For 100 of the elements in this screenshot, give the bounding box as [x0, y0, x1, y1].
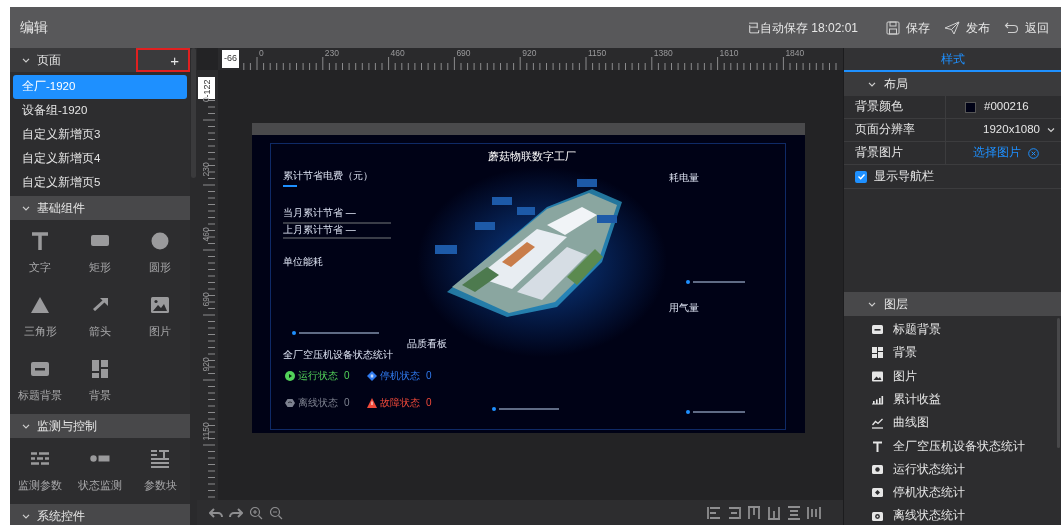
tile-label: 三角形	[23, 323, 57, 339]
redo-button[interactable]	[229, 505, 243, 520]
align-button[interactable]	[787, 505, 801, 520]
choose-image-link[interactable]: 选择图片	[973, 144, 1021, 162]
ruler-label: 690	[456, 49, 471, 58]
ruler-label: 1150	[201, 422, 211, 443]
section-header[interactable]: 布局	[844, 72, 1061, 96]
dashboard-title: 蘑菇物联数字工厂	[488, 151, 576, 162]
layer-item[interactable]: 离线状态统计	[844, 504, 1055, 525]
undo-button[interactable]	[209, 505, 223, 520]
align-button[interactable]	[727, 505, 741, 520]
pause-icon	[367, 371, 377, 381]
status-label: 故障状态	[380, 398, 420, 408]
layer-item[interactable]: 累计收益	[844, 387, 1055, 412]
section-title: 基础组件	[37, 200, 85, 217]
warning-icon	[367, 398, 377, 408]
section-title: 页面	[37, 52, 61, 69]
layer-item[interactable]: 标题背景	[844, 318, 1055, 342]
page-item[interactable]: 自定义新增页3	[13, 123, 187, 147]
section-header[interactable]: 基础组件	[10, 196, 190, 220]
section-header[interactable]: 页面 +	[10, 48, 190, 72]
layer-item[interactable]: 全厂空压机设备状态统计	[844, 434, 1055, 458]
tile-label: 状态监测	[78, 477, 122, 493]
clear-button[interactable]	[1028, 147, 1039, 159]
status-card-icon	[871, 462, 884, 476]
zoom-in-button[interactable]	[249, 505, 263, 520]
component-tile[interactable]: 矩形	[70, 220, 130, 284]
send-icon	[944, 20, 960, 35]
section-header[interactable]: 图层	[844, 292, 1061, 316]
component-tile[interactable]: 图片	[130, 284, 190, 348]
section-header[interactable]: 监测与控制	[10, 414, 190, 438]
checkbox[interactable]	[855, 170, 867, 183]
image-icon	[871, 369, 884, 383]
zoom-out-icon	[269, 505, 283, 520]
layer-item[interactable]: 曲线图	[844, 411, 1055, 435]
ruler-label: 1150	[588, 49, 607, 58]
status-count: 0	[426, 398, 432, 408]
ruler-origin: -66	[222, 50, 239, 68]
section-title: 系统控件	[37, 508, 85, 525]
add-page-button[interactable]: +	[136, 48, 190, 72]
zoom-out-button[interactable]	[269, 505, 283, 520]
layer-item[interactable]: 图片	[844, 364, 1055, 388]
tile-label: 背景	[89, 387, 111, 403]
status-count: 0	[426, 371, 432, 381]
layer-item[interactable]: 运行状态统计	[844, 457, 1055, 482]
component-tile[interactable]: 箭头	[70, 284, 130, 348]
stat-label: 当月累计节省 —	[283, 208, 356, 218]
component-tile[interactable]: 背景	[70, 348, 130, 412]
status-card-icon	[871, 486, 884, 500]
component-tile[interactable]: 状态监测	[70, 438, 130, 502]
tile-label: 圆形	[149, 259, 171, 275]
page-item[interactable]: 自定义新增页4	[13, 147, 187, 171]
ruler-label: 230	[201, 162, 211, 179]
scrollbar-thumb[interactable]	[191, 48, 196, 178]
tile-label: 箭头	[89, 323, 111, 339]
component-tile[interactable]: 圆形	[130, 220, 190, 284]
align-icon	[707, 505, 721, 520]
status-count: 0	[344, 398, 350, 408]
ruler-label: 1610	[719, 49, 739, 58]
ruler-label: 0	[201, 97, 211, 104]
align-icon	[747, 505, 761, 520]
component-tile[interactable]: 三角形	[10, 284, 70, 348]
component-tile[interactable]: 文字	[10, 220, 70, 284]
resolution-select[interactable]: 1920x1080	[946, 119, 1061, 141]
chevron-icon	[1046, 125, 1056, 135]
component-tile[interactable]: 参数块	[130, 438, 190, 502]
back-button[interactable]: 返回	[1004, 18, 1049, 37]
ruler-label: 460	[390, 49, 405, 58]
page-item[interactable]: 自定义新增页5	[13, 171, 187, 195]
component-tile[interactable]: 标题背景	[10, 348, 70, 412]
publish-button[interactable]: 发布	[944, 18, 990, 37]
panel-title: 品质看板	[407, 339, 447, 349]
align-button[interactable]	[707, 505, 721, 520]
align-button[interactable]	[747, 505, 761, 520]
tile-label: 参数块	[143, 477, 177, 493]
layer-item[interactable]: 停机状态统计	[844, 481, 1055, 505]
component-tile[interactable]: 监测参数	[10, 438, 70, 502]
undo-icon	[209, 505, 223, 520]
tile-label: 文字	[29, 259, 51, 275]
align-button[interactable]	[807, 505, 821, 520]
align-button[interactable]	[767, 505, 781, 520]
legend-text-line	[693, 411, 745, 413]
section-header[interactable]: 系统控件	[10, 504, 190, 525]
align-icon	[767, 505, 781, 520]
page-item[interactable]: 设备组-1920	[13, 99, 187, 123]
ruler-label: 920	[522, 49, 537, 58]
back-icon	[1004, 21, 1019, 34]
arrow-icon	[92, 298, 108, 312]
status-count: 0	[344, 371, 350, 381]
close-icon	[1028, 147, 1039, 159]
color-swatch[interactable]	[965, 101, 976, 113]
ruler-label: 920	[201, 357, 211, 374]
panel-title: 用气量	[669, 303, 699, 313]
layer-item[interactable]: 背景	[844, 341, 1055, 365]
ruler-label: 1380	[653, 49, 673, 58]
checkbox-label: 显示导航栏	[874, 168, 934, 184]
align-icon	[727, 505, 741, 520]
save-button[interactable]: 保存	[886, 18, 930, 37]
text-icon	[871, 439, 884, 453]
section-title: 图层	[884, 296, 908, 313]
